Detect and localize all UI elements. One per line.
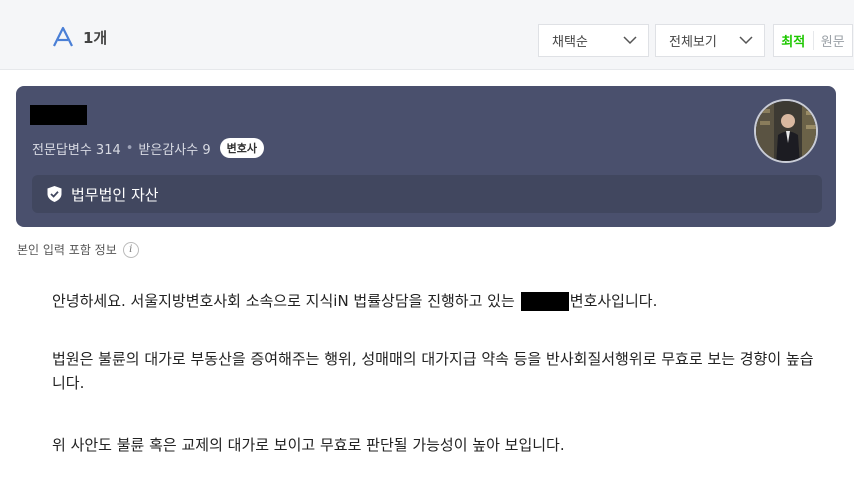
answer-paragraph: 안녕하세요. 서울지방변호사회 소속으로 지식iN 법률상담을 진행하고 있는 … <box>52 289 657 313</box>
redacted-name <box>30 105 87 125</box>
answer-a-icon <box>53 26 73 47</box>
greeting-suffix: 변호사입니다. <box>569 292 658 310</box>
law-firm-name: 법무법인 자산 <box>71 185 159 204</box>
self-input-info: 본인 입력 포함 정보 i <box>17 241 139 258</box>
sort-select-value: 채택순 <box>552 35 588 50</box>
chevron-down-icon <box>739 36 753 45</box>
thanks-stat: 받은감사수 9 <box>138 142 211 158</box>
view-toggle: 최적 원문 <box>773 24 853 57</box>
answer-stat: 전문답변수 314 <box>32 142 121 158</box>
answer-header: 1개 채택순 전체보기 최적 원문 <box>0 0 854 70</box>
chevron-down-icon <box>623 36 637 45</box>
lawyer-badge: 변호사 <box>219 138 265 158</box>
avatar-photo <box>756 101 816 161</box>
info-label: 본인 입력 포함 정보 <box>17 243 117 257</box>
answer-count: 1개 <box>52 26 107 48</box>
shield-check-icon <box>47 186 62 202</box>
toggle-optimal[interactable]: 최적 <box>774 31 814 50</box>
sort-select[interactable]: 채택순 <box>538 24 649 57</box>
info-icon[interactable]: i <box>122 241 139 258</box>
filter-select[interactable]: 전체보기 <box>655 24 765 57</box>
answer-paragraph: 법원은 불륜의 대가로 부동산을 증여해주는 행위, 성매매의 대가지급 약속 … <box>52 350 814 392</box>
lawyer-profile-card: 전문답변수 314 • 받은감사수 9 변호사 법무법인 자산 <box>16 86 836 227</box>
avatar[interactable] <box>754 99 818 163</box>
profile-stats: 전문답변수 314 • 받은감사수 9 변호사 <box>32 138 265 158</box>
toggle-original[interactable]: 원문 <box>814 31 853 50</box>
law-firm-row[interactable]: 법무법인 자산 <box>32 175 822 213</box>
redacted-lawyer-name <box>520 291 569 311</box>
answer-paragraph: 위 사안도 불륜 혹은 교제의 대가로 보이고 무효로 판단될 가능성이 높아 … <box>52 436 565 454</box>
greeting-text: 안녕하세요. 서울지방변호사회 소속으로 지식iN 법률상담을 진행하고 있는 <box>52 292 515 310</box>
filter-select-value: 전체보기 <box>669 35 717 50</box>
stat-separator: • <box>125 140 134 156</box>
answer-count-label: 1개 <box>83 28 108 47</box>
